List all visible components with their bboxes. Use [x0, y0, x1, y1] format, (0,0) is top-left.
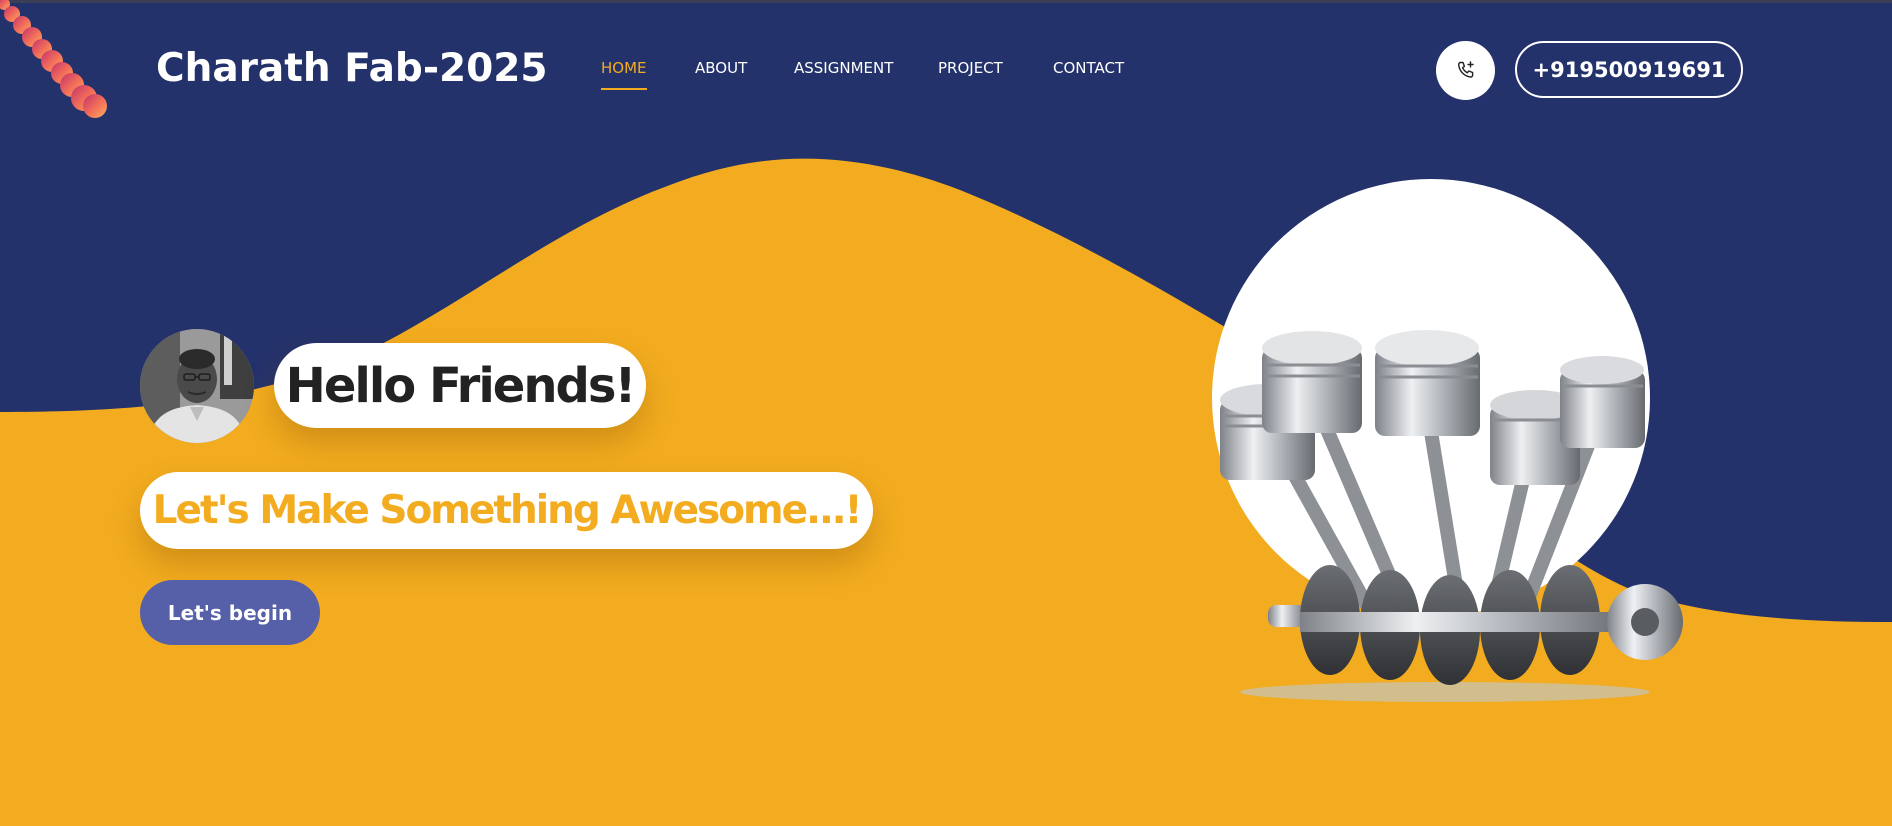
phone-call-button[interactable]	[1436, 41, 1495, 100]
greeting-text: Hello Friends!	[285, 357, 637, 414]
lets-begin-label: Let's begin	[167, 600, 293, 625]
nav-about-label: ABOUT	[695, 59, 748, 77]
nav-project[interactable]: PROJECT	[938, 59, 1003, 77]
nav-assignment[interactable]: ASSIGNMENT	[794, 59, 893, 77]
tagline-pill: Let's Make Something Awesome...!	[140, 472, 873, 549]
engine-illustration	[1220, 330, 1683, 702]
nav-home-label: HOME	[601, 59, 647, 77]
avatar	[140, 329, 254, 443]
nav-contact[interactable]: CONTACT	[1053, 59, 1124, 77]
phone-number-label: +919500919691	[1532, 57, 1726, 82]
nav-project-label: PROJECT	[938, 59, 1003, 77]
nav-contact-label: CONTACT	[1053, 59, 1125, 77]
nav-assignment-label: ASSIGNMENT	[794, 59, 894, 77]
nav-about[interactable]: ABOUT	[695, 59, 747, 77]
phone-call-icon	[1457, 60, 1474, 78]
nav-home[interactable]: HOME	[601, 59, 647, 90]
avatar-portrait	[140, 329, 254, 443]
lets-begin-button[interactable]: Let's begin	[140, 580, 320, 645]
tagline-text: Let's Make Something Awesome...!	[152, 488, 863, 533]
greeting-pill: Hello Friends!	[274, 343, 646, 428]
phone-number-button[interactable]: +919500919691	[1515, 41, 1743, 98]
nav-active-underline	[601, 88, 647, 90]
window-top-border	[0, 0, 1892, 3]
